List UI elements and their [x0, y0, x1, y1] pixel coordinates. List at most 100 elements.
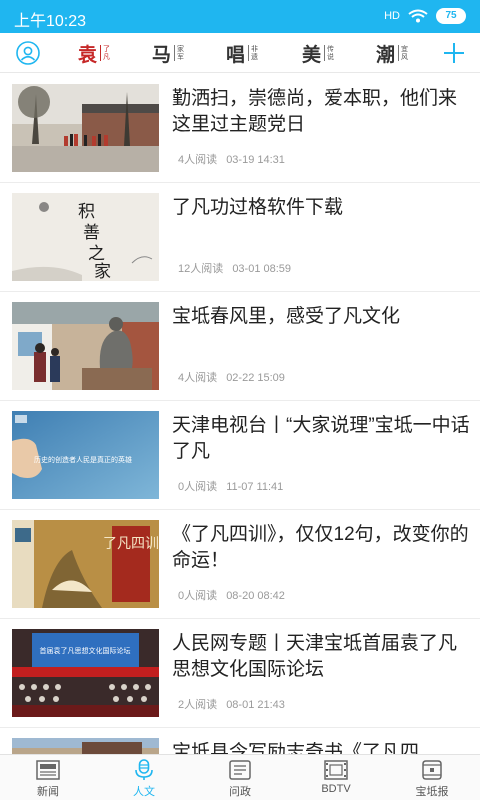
article-title: 宝坻县令写励志奇书《了凡四 [172, 742, 420, 754]
channel-tab-chang[interactable]: 唱 非 遗 [226, 38, 258, 68]
calligraphy-char: 家 [94, 262, 111, 281]
article-item[interactable]: 首届袁了凡思想文化国际论坛 人民网专题丨天津宝坻首届袁了凡思想文化国际论坛 2人… [0, 619, 480, 728]
channel-sub-char: 了 [103, 45, 111, 53]
article-thumbnail [12, 738, 159, 754]
article-meta: 4人阅读 03-19 14:31 [178, 151, 285, 167]
article-thumbnail: 首届袁了凡思想文化国际论坛 [12, 629, 159, 717]
channel-sub-char: 非 [251, 45, 259, 53]
status-bar: 上午10:23 HD 75 [0, 0, 480, 33]
channel-sub-label: 非 遗 [248, 45, 258, 61]
channel-main-label: 潮 [376, 43, 396, 66]
article-thumbnail: 了凡四训 [12, 520, 159, 608]
microphone-icon [135, 759, 153, 780]
tab-label: 新闻 [37, 786, 59, 798]
article-read-count: 4人阅读 [178, 372, 218, 384]
tab-label: 宝坻报 [415, 786, 449, 798]
signal-icon: HD [384, 10, 400, 22]
article-date: 08-01 21:43 [226, 699, 285, 711]
article-title: 《了凡四训》，仅仅12句，改变你的命运！ [172, 524, 469, 571]
channel-sub-char: 家 [177, 45, 185, 53]
courtyard-photo-image [12, 84, 159, 172]
wifi-icon [408, 9, 428, 23]
channel-tab-mei[interactable]: 美 传 说 [302, 38, 334, 68]
channel-sub-label: 传 说 [324, 45, 334, 61]
channel-sub-char: 遗 [251, 53, 259, 61]
channel-main-label: 马 [152, 43, 172, 66]
tab-label: 人文 [133, 786, 155, 798]
channel-sub-label: 宜 风 [398, 45, 408, 61]
article-list: 勤洒扫，崇德尚，爱本职，他们来这里过主题党日 4人阅读 03-19 14:31 … [0, 74, 480, 754]
article-meta: 0人阅读 11-07 11:41 [178, 478, 283, 494]
article-title: 了凡功过格软件下载 [172, 197, 344, 218]
article-thumbnail [12, 84, 159, 172]
channel-sub-char: 说 [327, 53, 335, 61]
channel-main-label: 袁 [78, 43, 98, 66]
document-icon [229, 760, 251, 780]
channel-tab-yuan[interactable]: 袁 了 凡 [78, 38, 110, 68]
article-date: 02-22 15:09 [226, 372, 285, 384]
tab-label: 问政 [229, 786, 251, 798]
article-item[interactable]: 勤洒扫，崇德尚，爱本职，他们来这里过主题党日 4人阅读 03-19 14:31 [0, 74, 480, 183]
article-read-count: 12人阅读 [178, 263, 224, 275]
statue-photo-image [12, 302, 159, 390]
book-cover-image: 了凡四训 [12, 520, 159, 608]
calligraphy-char: 积 [78, 202, 95, 222]
article-item[interactable]: 积 善 之 家 了凡功过格软件下载 12人阅读 03-01 08:59 [0, 183, 480, 292]
scroll-icon [422, 760, 442, 780]
channel-main-label: 唱 [226, 43, 246, 66]
article-meta: 12人阅读 03-01 08:59 [178, 260, 291, 276]
channel-sub-char: 军 [177, 53, 185, 61]
channel-sub-char: 凡 [103, 53, 111, 61]
tv-caption: 历史的创造者人民是真正的英雄 [34, 455, 132, 464]
article-date: 03-19 14:31 [226, 154, 285, 166]
article-meta: 4人阅读 02-22 15:09 [178, 369, 285, 385]
calligraphy-char: 善 [83, 223, 100, 243]
building-photo-image [12, 738, 159, 754]
tab-news[interactable]: 新闻 [0, 755, 96, 800]
channel-tab-ma[interactable]: 马 家 军 [152, 38, 184, 68]
article-item[interactable]: 历史的创造者人民是真正的英雄 天津电视台丨“大家说理”宝坻一中话了凡 0人阅读 … [0, 401, 480, 510]
article-read-count: 2人阅读 [178, 699, 218, 711]
article-title: 天津电视台丨“大家说理”宝坻一中话了凡 [172, 415, 470, 462]
article-title: 勤洒扫，崇德尚，爱本职，他们来这里过主题党日 [172, 88, 458, 135]
add-channel-icon[interactable] [442, 39, 466, 67]
article-date: 11-07 11:41 [226, 481, 284, 493]
tab-label: BDTV [321, 783, 351, 795]
channel-sub-char: 传 [327, 45, 335, 53]
channel-sub-char: 宜 [401, 45, 409, 53]
article-item[interactable]: 宝坻春风里，感受了凡文化 4人阅读 02-22 15:09 [0, 292, 480, 401]
article-meta: 2人阅读 08-01 21:43 [178, 696, 285, 712]
article-item[interactable]: 宝坻县令写励志奇书《了凡四 [0, 728, 480, 754]
tab-politics[interactable]: 问政 [192, 755, 288, 800]
article-meta: 0人阅读 08-20 08:42 [178, 587, 285, 603]
article-title: 宝坻春风里，感受了凡文化 [172, 306, 401, 327]
article-date: 03-01 08:59 [232, 263, 292, 275]
article-read-count: 4人阅读 [178, 154, 218, 166]
tab-culture[interactable]: 人文 [96, 755, 192, 800]
calligraphy-image: 积 善 之 家 [12, 193, 159, 281]
bottom-tab-bar: 新闻 人文 问政 BDTV 宝坻报 [0, 754, 480, 800]
channel-tab-chao[interactable]: 潮 宜 风 [376, 38, 408, 68]
battery-icon: 75 [436, 8, 466, 24]
tab-bdtv[interactable]: BDTV [288, 755, 384, 800]
calligraphy-char: 之 [88, 244, 105, 264]
article-title: 人民网专题丨天津宝坻首届袁了凡思想文化国际论坛 [172, 633, 458, 680]
forum-photo-image: 首届袁了凡思想文化国际论坛 [12, 629, 159, 717]
tv-screenshot-image: 历史的创造者人民是真正的英雄 [12, 411, 159, 499]
book-title-text: 了凡四训 [103, 536, 159, 552]
channel-nav: 袁 了 凡 马 家 军 唱 非 遗 美 传 说 潮 宜 风 [0, 33, 480, 73]
forum-banner-text: 首届袁了凡思想文化国际论坛 [40, 646, 131, 655]
article-item[interactable]: 了凡四训 《了凡四训》，仅仅12句，改变你的命运！ 0人阅读 08-20 08:… [0, 510, 480, 619]
channel-main-label: 美 [302, 43, 322, 66]
article-thumbnail [12, 302, 159, 390]
tab-baodi-paper[interactable]: 宝坻报 [384, 755, 480, 800]
film-icon [324, 760, 348, 780]
newspaper-icon [36, 760, 60, 780]
article-thumbnail: 历史的创造者人民是真正的英雄 [12, 411, 159, 499]
channel-sub-label: 家 军 [174, 45, 184, 61]
status-icons: HD 75 [384, 8, 466, 24]
status-time: 上午10:23 [14, 13, 87, 30]
user-avatar-icon[interactable] [16, 41, 40, 65]
article-read-count: 0人阅读 [178, 590, 218, 602]
channel-sub-label: 了 凡 [100, 45, 110, 61]
